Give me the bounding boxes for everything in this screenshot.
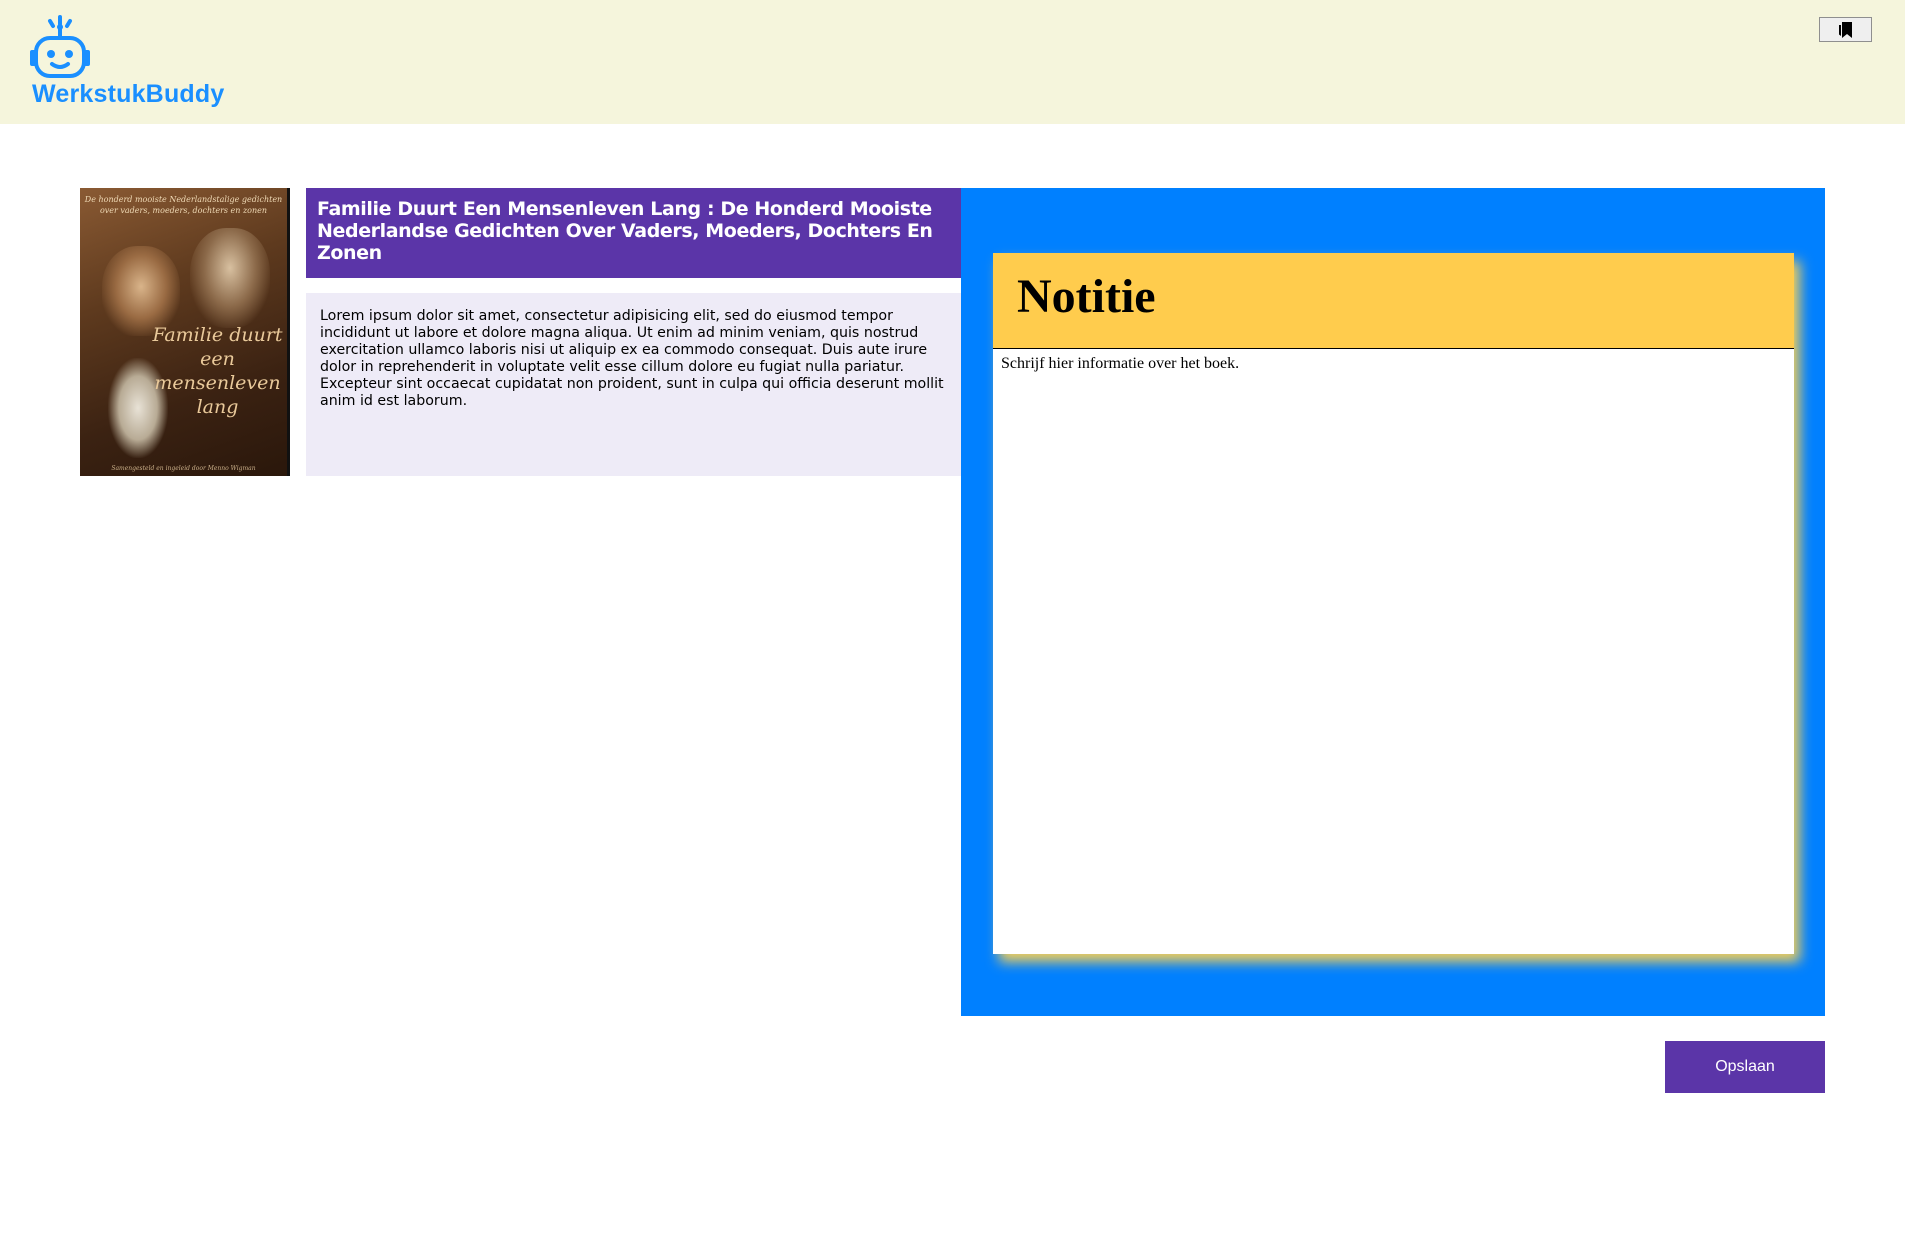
note-panel: Notitie [961,188,1825,1016]
cover-credit: Samengesteld en ingeleid door Menno Wigm… [111,465,256,472]
book-cover: De honderd mooiste Nederlandstalige gedi… [80,188,290,476]
note-header: Notitie [993,253,1794,349]
cover-title: Familie duurt een mensenleven lang [152,324,283,418]
cover-tagline: De honderd mooiste Nederlandstalige gedi… [84,195,283,215]
bookmarks-button[interactable] [1819,17,1872,42]
app-header: WerkstukBuddy [0,0,1905,124]
app-name: WerkstukBuddy [32,80,225,108]
book-title: Familie Duurt Een Mensenleven Lang : De … [306,188,961,278]
book-description: Lorem ipsum dolor sit amet, consectetur … [306,293,961,476]
robot-icon [30,15,90,78]
cover-portrait [190,228,270,328]
bookmark-icon [1838,21,1852,38]
note-textarea[interactable] [993,349,1794,954]
note-title: Notitie [1017,270,1156,323]
save-button[interactable]: Opslaan [1665,1041,1825,1093]
note-card: Notitie [993,253,1794,954]
app-logo[interactable]: WerkstukBuddy [28,14,248,114]
